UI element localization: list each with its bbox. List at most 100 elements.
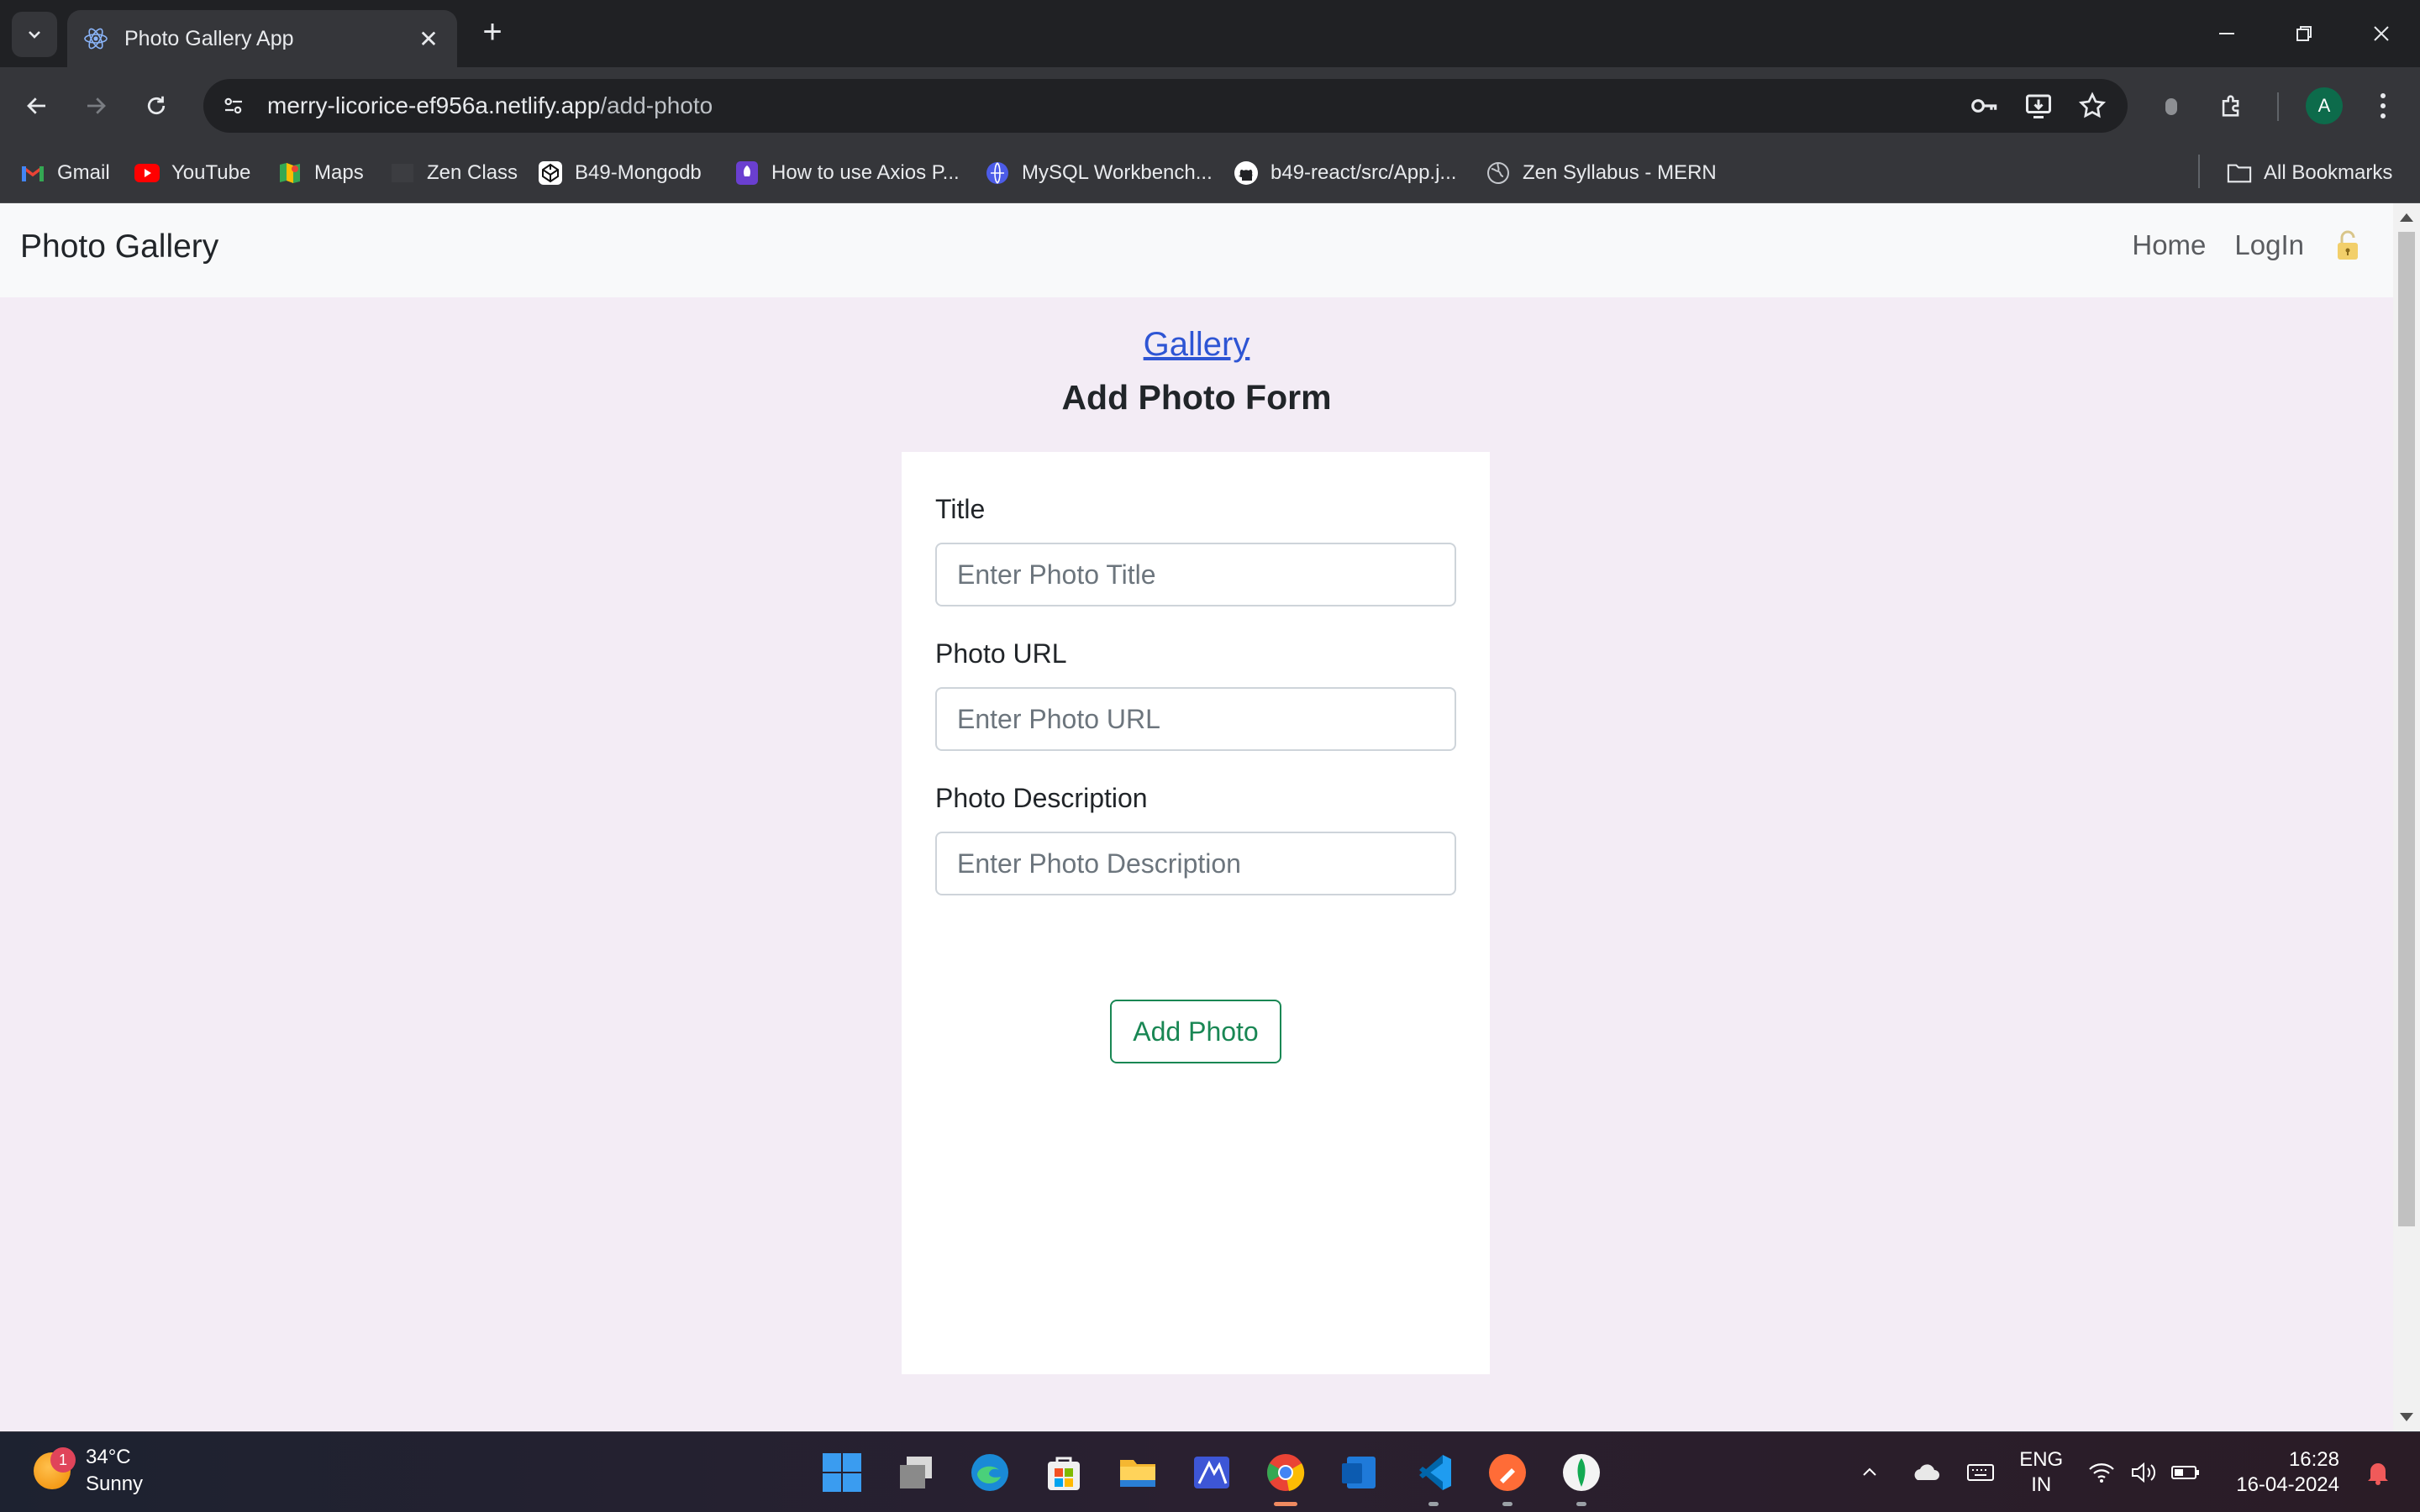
app-navbar: Photo Gallery Home LogIn bbox=[0, 203, 2393, 297]
gmail-icon bbox=[20, 160, 45, 186]
photo-description-input[interactable] bbox=[935, 832, 1456, 895]
youtube-icon bbox=[134, 160, 160, 186]
page-scrollbar[interactable] bbox=[2393, 203, 2420, 1431]
address-bar[interactable]: merry-licorice-ef956a.netlify.app/add-ph… bbox=[203, 79, 2128, 133]
word-app[interactable] bbox=[1334, 1447, 1385, 1498]
browser-toolbar: merry-licorice-ef956a.netlify.app/add-ph… bbox=[0, 67, 2420, 143]
profile-avatar[interactable]: A bbox=[2306, 87, 2343, 124]
bookmark-mysql[interactable]: MySQL Workbench... bbox=[985, 158, 1213, 188]
store-app[interactable] bbox=[1039, 1447, 1089, 1498]
start-button[interactable] bbox=[817, 1447, 867, 1498]
system-clock[interactable]: 16:28 16-04-2024 bbox=[2236, 1447, 2339, 1498]
arrow-left-icon bbox=[27, 97, 45, 114]
bookmark-label: B49-Mongodb bbox=[575, 161, 702, 184]
weather-widget[interactable]: 1 34°C Sunny bbox=[34, 1444, 143, 1498]
bookmark-star-icon[interactable] bbox=[2074, 87, 2111, 124]
chevron-up-icon[interactable] bbox=[1853, 1456, 1886, 1489]
battery-icon[interactable] bbox=[2169, 1456, 2202, 1489]
weather-condition: Sunny bbox=[86, 1473, 144, 1495]
scroll-down-arrow-icon[interactable] bbox=[2400, 1413, 2413, 1421]
os-taskbar: 1 34°C Sunny ENG IN 16:28 16-04-2024 bbox=[0, 1431, 2420, 1512]
store-icon bbox=[1048, 1457, 1080, 1490]
region-code: IN bbox=[2031, 1473, 2052, 1496]
folder-icon bbox=[2227, 160, 2252, 186]
tab-search-button[interactable] bbox=[12, 12, 57, 57]
github-icon bbox=[1234, 160, 1259, 186]
running-indicator bbox=[1502, 1502, 1512, 1506]
minimize-button[interactable] bbox=[2188, 0, 2265, 67]
mongodb-icon bbox=[1563, 1454, 1600, 1491]
chevron-down-icon bbox=[29, 31, 40, 39]
forward-button[interactable] bbox=[76, 86, 116, 126]
back-button[interactable] bbox=[17, 86, 57, 126]
file-explorer-app[interactable] bbox=[1113, 1447, 1163, 1498]
page-viewport: Photo Gallery Home LogIn Gallery Add Pho… bbox=[0, 203, 2393, 1431]
bookmark-youtube[interactable]: YouTube bbox=[134, 158, 250, 188]
extensions-puzzle-icon[interactable] bbox=[2212, 86, 2252, 126]
site-info-icon[interactable] bbox=[217, 89, 250, 123]
gallery-link[interactable]: Gallery bbox=[0, 326, 2393, 364]
reload-button[interactable] bbox=[136, 86, 176, 126]
clock-date: 16-04-2024 bbox=[2236, 1473, 2339, 1496]
tab-title: Photo Gallery App bbox=[124, 26, 294, 50]
notification-bell-icon[interactable] bbox=[2361, 1456, 2395, 1489]
bookmarks-bar: Gmail YouTube Maps Zen Class B49-Mongodb… bbox=[0, 143, 2420, 203]
close-window-button[interactable] bbox=[2343, 0, 2420, 67]
wifi-icon[interactable] bbox=[2085, 1456, 2118, 1489]
zen-class-icon bbox=[390, 160, 415, 186]
nav-login-link[interactable]: LogIn bbox=[2234, 229, 2304, 261]
globe-blue-icon bbox=[985, 160, 1010, 186]
lock-icon[interactable] bbox=[2333, 228, 2363, 262]
bookmark-maps[interactable]: Maps bbox=[277, 158, 364, 188]
weather-temp: 34°C bbox=[86, 1446, 131, 1468]
restore-button[interactable] bbox=[2265, 0, 2343, 67]
nav-links: Home LogIn bbox=[2103, 228, 2363, 262]
navbar-brand[interactable]: Photo Gallery bbox=[20, 228, 218, 265]
windows-icon bbox=[823, 1453, 861, 1492]
taskbar-apps bbox=[817, 1447, 1630, 1506]
mongodb-compass-app[interactable] bbox=[1556, 1447, 1607, 1506]
all-bookmarks-label: All Bookmarks bbox=[2264, 161, 2393, 184]
bookmark-github[interactable]: b49-react/src/App.j... bbox=[1234, 158, 1456, 188]
onedrive-icon[interactable] bbox=[1908, 1456, 1942, 1489]
edge-app[interactable] bbox=[965, 1447, 1015, 1498]
extension-icon[interactable] bbox=[2151, 86, 2191, 126]
photo-url-input[interactable] bbox=[935, 687, 1456, 751]
install-app-icon[interactable] bbox=[2020, 87, 2057, 124]
task-view-button[interactable] bbox=[891, 1447, 941, 1498]
active-indicator bbox=[1274, 1502, 1297, 1506]
language-code: ENG bbox=[2019, 1448, 2064, 1471]
gallery-link-text[interactable]: Gallery bbox=[1144, 326, 1250, 363]
url-host: merry-licorice-ef956a.netlify.app bbox=[267, 92, 601, 118]
bookmark-gmail[interactable]: Gmail bbox=[20, 158, 110, 188]
password-key-icon[interactable] bbox=[1966, 87, 2003, 124]
window-controls bbox=[2188, 0, 2420, 67]
scroll-up-arrow-icon[interactable] bbox=[2400, 213, 2413, 222]
new-tab-button[interactable]: + bbox=[474, 15, 511, 52]
add-photo-button[interactable]: Add Photo bbox=[1110, 1000, 1281, 1063]
vscode-icon bbox=[1419, 1455, 1451, 1490]
keyboard-icon[interactable] bbox=[1964, 1456, 1997, 1489]
sun-icon: 1 bbox=[34, 1447, 76, 1489]
weather-text: 34°C Sunny bbox=[86, 1444, 143, 1498]
bookmark-label: Zen Syllabus - MERN bbox=[1523, 161, 1717, 184]
tab-close-icon[interactable]: ✕ bbox=[415, 25, 442, 53]
nav-home-link[interactable]: Home bbox=[2132, 229, 2206, 261]
postman-app[interactable] bbox=[1482, 1447, 1533, 1506]
title-input[interactable] bbox=[935, 543, 1456, 606]
bookmark-zen-syllabus[interactable]: Zen Syllabus - MERN bbox=[1486, 158, 1717, 188]
language-indicator[interactable]: ENG IN bbox=[2019, 1447, 2063, 1498]
react-icon bbox=[84, 28, 108, 50]
vscode-app[interactable] bbox=[1408, 1447, 1459, 1506]
system-tray: ENG IN 16:28 16-04-2024 bbox=[1831, 1432, 2395, 1512]
bookmark-b49-mongodb[interactable]: B49-Mongodb bbox=[538, 158, 702, 188]
scroll-thumb[interactable] bbox=[2398, 232, 2415, 1226]
editor-app[interactable] bbox=[1186, 1447, 1237, 1498]
all-bookmarks-button[interactable]: All Bookmarks bbox=[2227, 158, 2392, 188]
volume-icon[interactable] bbox=[2127, 1456, 2160, 1489]
bookmark-axios[interactable]: How to use Axios P... bbox=[734, 158, 960, 188]
chrome-menu-icon[interactable] bbox=[2363, 86, 2403, 126]
chrome-app[interactable] bbox=[1260, 1447, 1311, 1506]
tab-active[interactable]: Photo Gallery App ✕ bbox=[67, 10, 457, 67]
bookmark-zen-class[interactable]: Zen Class bbox=[390, 158, 518, 188]
